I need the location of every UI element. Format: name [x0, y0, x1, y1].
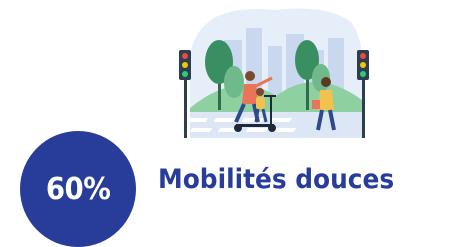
section-title: Mobilités douces — [158, 164, 395, 195]
city-crosswalk-illustration — [176, 8, 369, 138]
percentage-value: 60% — [45, 171, 111, 207]
percentage-badge: 60% — [20, 131, 136, 247]
road — [190, 112, 362, 138]
